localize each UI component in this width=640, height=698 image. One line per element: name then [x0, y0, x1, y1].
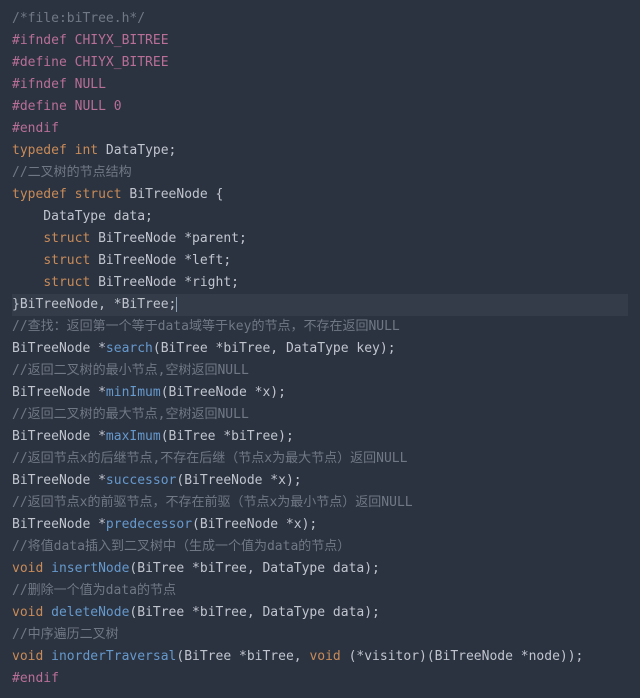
code-line: void deleteNode(BiTree *biTree, DataType… [12, 602, 628, 624]
code-line: #define NULL 0 [12, 96, 628, 118]
code-line: #ifndef CHIYX_BITREE [12, 30, 628, 52]
code-line: //返回节点x的前驱节点，不存在前驱（节点x为最小节点）返回NULL [12, 492, 628, 514]
code-line: #endif [12, 668, 628, 690]
code-line: typedef struct BiTreeNode { [12, 184, 628, 206]
code-line: DataType data; [12, 206, 628, 228]
code-line: //删除一个值为data的节点 [12, 580, 628, 602]
code-block[interactable]: /*file:biTree.h*/#ifndef CHIYX_BITREE#de… [12, 8, 628, 690]
code-line: struct BiTreeNode *right; [12, 272, 628, 294]
code-line: #endif [12, 118, 628, 140]
code-line: void insertNode(BiTree *biTree, DataType… [12, 558, 628, 580]
code-line: typedef int DataType; [12, 140, 628, 162]
code-line: //返回节点x的后继节点,不存在后继（节点x为最大节点）返回NULL [12, 448, 628, 470]
code-line: BiTreeNode *successor(BiTreeNode *x); [12, 470, 628, 492]
code-line: struct BiTreeNode *parent; [12, 228, 628, 250]
code-line: BiTreeNode *minImum(BiTreeNode *x); [12, 382, 628, 404]
code-line: BiTreeNode *predecessor(BiTreeNode *x); [12, 514, 628, 536]
code-line: //将值data插入到二叉树中（生成一个值为data的节点） [12, 536, 628, 558]
code-line: #define CHIYX_BITREE [12, 52, 628, 74]
code-line: //查找：返回第一个等于data域等于key的节点，不存在返回NULL [12, 316, 628, 338]
code-line: //返回二叉树的最大节点,空树返回NULL [12, 404, 628, 426]
code-line: /*file:biTree.h*/ [12, 8, 628, 30]
code-line: }BiTreeNode, *BiTree; [12, 294, 628, 316]
code-line: struct BiTreeNode *left; [12, 250, 628, 272]
code-line: BiTreeNode *search(BiTree *biTree, DataT… [12, 338, 628, 360]
code-line: void inorderTraversal(BiTree *biTree, vo… [12, 646, 628, 668]
code-line: BiTreeNode *maxImum(BiTree *biTree); [12, 426, 628, 448]
code-line: //二叉树的节点结构 [12, 162, 628, 184]
code-line: //返回二叉树的最小节点,空树返回NULL [12, 360, 628, 382]
code-line: #ifndef NULL [12, 74, 628, 96]
